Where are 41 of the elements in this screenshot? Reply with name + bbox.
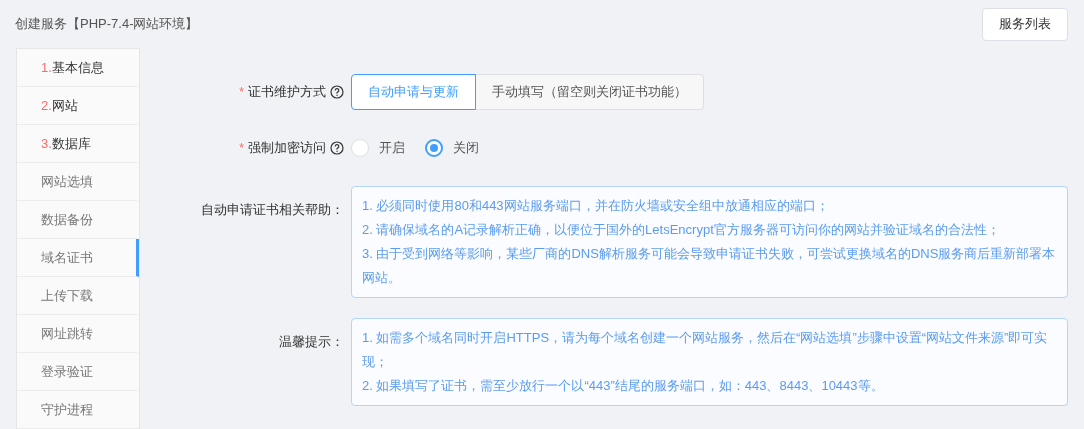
step-label: 域名证书 <box>41 248 93 267</box>
help-note-text: 3. 由于受到网络等影响，某些厂商的DNS解析服务可能会导致申请证书失败，可尝试更换域名的DNS服务商后重新部署本网站。 <box>362 245 1057 287</box>
step-item[interactable]: 登录验证 <box>17 353 139 391</box>
page-title: 创建服务【PHP-7.4-网站环境】 <box>15 15 199 34</box>
required-asterisk: * <box>239 84 244 101</box>
step-number: 1. <box>41 58 52 77</box>
help-note-text: 2. 请确保域名的A记录解析正确，以便位于国外的LetsEncrypt官方服务器可访问你的网站并验证域名的合法性； <box>362 221 1001 239</box>
step-label: 网址跳转 <box>41 324 93 343</box>
step-item[interactable]: 上传下载 <box>17 277 139 315</box>
help-note-text: 2. 如果填写了证书，需至少放行一个以“443”结尾的服务端口，如：443、8443、10443等。 <box>362 377 885 395</box>
step-label: 网站选填 <box>41 172 93 191</box>
help-note-text: 1. 如需多个域名同时开启HTTPS，请为每个域名创建一个网站服务，然后在“网站选填”步骤中设置“网站文件来源”即可实现； <box>362 329 1049 371</box>
step-number: 3. <box>41 134 52 153</box>
radio-button[interactable] <box>425 139 443 157</box>
segment-option[interactable]: 手动填写（留空则关闭证书功能） <box>475 74 704 110</box>
radio-label[interactable]: 开启 <box>379 138 405 158</box>
field-label: 温馨提示： <box>279 333 344 351</box>
step-item[interactable]: 2.网站 <box>17 87 139 125</box>
step-label: 守护进程 <box>41 400 93 419</box>
step-item[interactable]: 守护进程 <box>17 391 139 429</box>
step-item[interactable]: 域名证书 <box>17 239 139 277</box>
step-item[interactable]: 数据备份 <box>17 201 139 239</box>
step-item[interactable]: 网站选填 <box>17 163 139 201</box>
step-label: 基本信息 <box>51 58 104 77</box>
step-label: 上传下载 <box>41 286 93 305</box>
step-label: 登录验证 <box>41 362 93 381</box>
step-item[interactable]: 网址跳转 <box>17 315 139 353</box>
service-list-button[interactable]: 服务列表 <box>982 7 1068 41</box>
help-note-text: 1. 必须同时使用80和443网站服务端口，并在防火墙或安全组中放通相应的端口； <box>362 197 830 215</box>
step-item[interactable]: 3.数据库 <box>17 125 139 163</box>
segment-option[interactable]: 自动申请与更新 <box>351 74 476 110</box>
step-number: 2. <box>41 96 52 115</box>
field-label: 证书维护方式 <box>248 83 326 102</box>
step-label: 数据库 <box>51 134 91 153</box>
step-label: 数据备份 <box>41 210 93 229</box>
field-label: 自动申请证书相关帮助： <box>201 201 344 219</box>
required-asterisk: * <box>239 140 244 157</box>
field-label: 强制加密访问 <box>248 139 326 158</box>
step-label: 网站 <box>51 96 78 115</box>
step-item[interactable]: 1.基本信息 <box>17 49 139 87</box>
radio-label[interactable]: 关闭 <box>453 138 479 158</box>
